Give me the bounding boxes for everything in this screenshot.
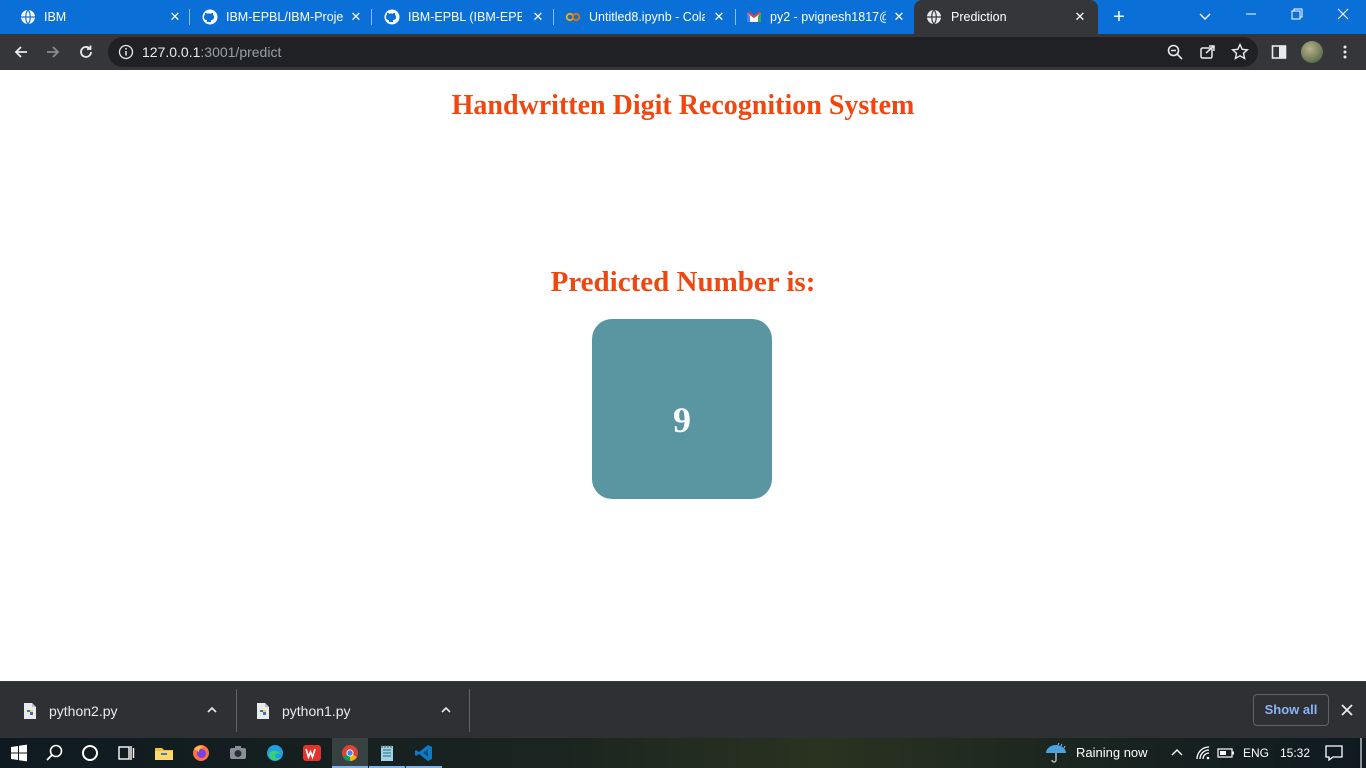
close-tab-icon[interactable]: ✕ bbox=[711, 9, 727, 25]
firefox-icon[interactable] bbox=[191, 743, 211, 763]
close-icon bbox=[1341, 704, 1353, 716]
camera-icon[interactable] bbox=[228, 743, 248, 763]
chevron-up-icon[interactable] bbox=[438, 702, 454, 718]
reload-icon bbox=[80, 45, 92, 58]
download-item[interactable]: python2.py bbox=[0, 682, 236, 739]
github-icon bbox=[202, 9, 218, 25]
chevron-down-icon bbox=[1199, 13, 1211, 20]
restore-icon bbox=[1291, 8, 1303, 20]
download-bar: python2.py python1.py Show all bbox=[0, 681, 1366, 738]
file-explorer-icon[interactable] bbox=[154, 743, 174, 763]
browser-toolbar: 127.0.0.1:3001/predict bbox=[0, 34, 1366, 70]
close-icon bbox=[1337, 8, 1349, 20]
battery-icon[interactable] bbox=[1217, 743, 1235, 763]
tab-title: py2 - pvignesh1817@ bbox=[770, 10, 886, 24]
globe-icon bbox=[21, 9, 35, 25]
close-tab-icon[interactable]: ✕ bbox=[891, 9, 907, 25]
url-host: 127.0.0.1 bbox=[142, 44, 201, 60]
page-title: Handwritten Digit Recognition System bbox=[451, 90, 915, 121]
notepad-icon[interactable] bbox=[377, 743, 397, 763]
prediction-heading: Predicted Number is: bbox=[550, 266, 816, 298]
tab-strip: IBM ✕ IBM-EPBL/IBM-Project ✕ IBM-EPBL (I… bbox=[0, 0, 1366, 34]
weather-status[interactable]: Raining now bbox=[1076, 745, 1148, 760]
github-icon bbox=[384, 9, 400, 25]
zoom-icon[interactable] bbox=[1166, 43, 1184, 61]
arrow-right-icon bbox=[47, 46, 60, 58]
close-tab-icon[interactable]: ✕ bbox=[530, 9, 546, 25]
close-tab-icon[interactable]: ✕ bbox=[167, 9, 183, 25]
show-desktop-button[interactable] bbox=[1360, 738, 1362, 768]
python-file-icon bbox=[24, 703, 36, 719]
address-bar[interactable]: 127.0.0.1:3001/predict bbox=[108, 37, 1258, 67]
globe-icon bbox=[927, 9, 941, 25]
tab-prediction[interactable]: Prediction ✕ bbox=[914, 0, 1098, 34]
clock[interactable]: 15:32 bbox=[1280, 746, 1310, 760]
weather-umbrella-icon[interactable] bbox=[1044, 742, 1068, 764]
side-panel-icon bbox=[1271, 45, 1287, 59]
tab-title: IBM-EPBL (IBM-EPBL) bbox=[408, 10, 522, 24]
notifications-icon[interactable] bbox=[1324, 743, 1344, 763]
close-tab-icon[interactable]: ✕ bbox=[1072, 9, 1088, 25]
close-window-button[interactable] bbox=[1320, 0, 1366, 34]
prediction-value: 9 bbox=[673, 400, 691, 440]
tab-github-org[interactable]: IBM-EPBL (IBM-EPBL) ✕ bbox=[372, 0, 554, 34]
vscode-icon[interactable] bbox=[414, 743, 434, 763]
cortana-icon[interactable] bbox=[80, 743, 100, 763]
download-separator bbox=[469, 689, 470, 732]
task-view-icon[interactable] bbox=[116, 743, 136, 763]
page-content: Handwritten Digit Recognition System Pre… bbox=[0, 70, 1366, 681]
bookmark-star-icon[interactable] bbox=[1231, 43, 1249, 61]
tab-ibm[interactable]: IBM ✕ bbox=[0, 0, 190, 34]
tab-search-button[interactable] bbox=[1182, 0, 1228, 34]
tab-title: IBM-EPBL/IBM-Project bbox=[226, 10, 344, 24]
windows-start-icon[interactable] bbox=[9, 743, 29, 763]
close-tab-icon[interactable]: ✕ bbox=[348, 9, 364, 25]
side-panel-button[interactable] bbox=[1267, 40, 1291, 64]
colab-icon bbox=[565, 12, 581, 22]
tab-title: Prediction bbox=[951, 10, 1007, 24]
arrow-left-icon bbox=[14, 46, 27, 58]
gmail-icon bbox=[747, 11, 761, 22]
restore-button[interactable] bbox=[1274, 0, 1320, 34]
show-all-button[interactable]: Show all bbox=[1253, 694, 1329, 726]
new-tab-button[interactable]: + bbox=[1107, 5, 1131, 29]
close-download-bar-button[interactable] bbox=[1337, 700, 1357, 720]
chrome-icon[interactable] bbox=[340, 743, 360, 763]
download-filename: python1.py bbox=[282, 703, 351, 719]
more-vert-icon bbox=[1343, 45, 1347, 59]
reload-button[interactable] bbox=[74, 40, 98, 64]
chevron-up-icon[interactable] bbox=[204, 702, 220, 718]
tab-title: Untitled8.ipynb - Cola bbox=[589, 10, 705, 24]
wifi-icon[interactable] bbox=[1194, 743, 1212, 763]
tab-title: IBM bbox=[44, 10, 67, 24]
forward-button[interactable] bbox=[41, 40, 65, 64]
search-icon[interactable] bbox=[45, 743, 65, 763]
edge-icon[interactable] bbox=[265, 743, 285, 763]
url-text[interactable]: 127.0.0.1:3001/predict bbox=[142, 44, 281, 60]
tab-github-project[interactable]: IBM-EPBL/IBM-Project ✕ bbox=[190, 0, 372, 34]
prediction-box: 9 bbox=[592, 319, 772, 499]
tab-colab[interactable]: Untitled8.ipynb - Cola ✕ bbox=[554, 0, 736, 34]
back-button[interactable] bbox=[9, 40, 33, 64]
minimize-button[interactable] bbox=[1228, 0, 1274, 34]
wps-office-icon[interactable] bbox=[302, 743, 322, 763]
windows-taskbar: Raining now ENG 15:32 bbox=[0, 738, 1366, 768]
menu-button[interactable] bbox=[1333, 40, 1357, 64]
download-item[interactable]: python1.py bbox=[233, 682, 469, 739]
share-icon[interactable] bbox=[1199, 43, 1217, 61]
avatar[interactable] bbox=[1301, 41, 1323, 63]
python-file-icon bbox=[257, 703, 269, 719]
chevron-up-icon[interactable] bbox=[1170, 743, 1184, 763]
download-filename: python2.py bbox=[49, 703, 118, 719]
url-path: :3001/predict bbox=[200, 44, 282, 60]
tab-gmail[interactable]: py2 - pvignesh1817@ ✕ bbox=[736, 0, 914, 34]
info-icon[interactable] bbox=[118, 44, 134, 60]
language-indicator[interactable]: ENG bbox=[1243, 746, 1269, 760]
minimize-icon bbox=[1246, 13, 1256, 15]
